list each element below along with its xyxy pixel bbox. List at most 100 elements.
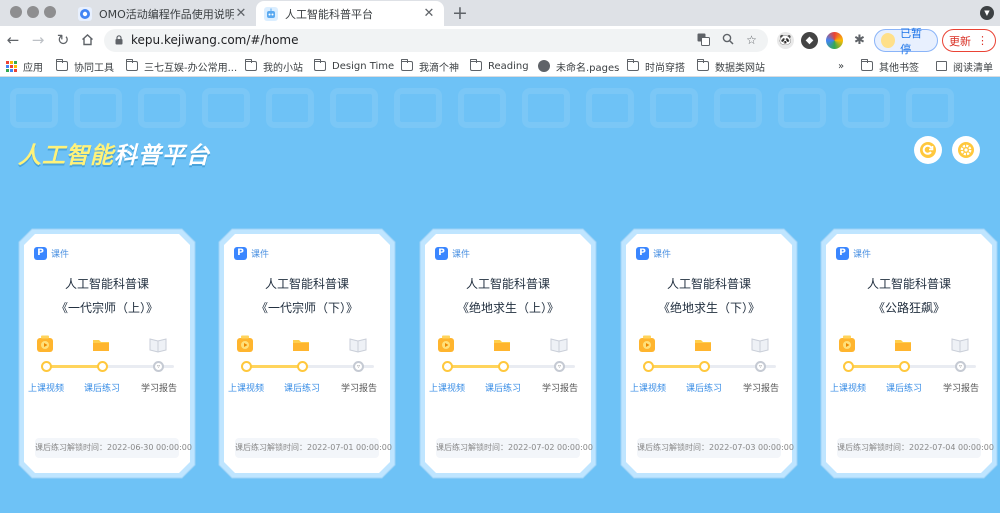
reading-list-button[interactable]: 阅读清单: [936, 59, 993, 74]
bookmark-label: 我的小站: [263, 62, 303, 74]
step-video-link[interactable]: 上课视频: [818, 381, 878, 394]
step-video-link[interactable]: 上课视频: [618, 381, 678, 394]
bookmark-star-icon[interactable]: ☆: [744, 33, 759, 48]
course-card[interactable]: P 课件 人工智能科普课 《一代宗师（下）》 ▿ 上课视频 课后练习 学习报告 …: [218, 228, 396, 479]
course-subtitle: 《公路狂飙》: [872, 301, 945, 315]
step-video-link[interactable]: 上课视频: [216, 381, 276, 394]
bookmark-label: 协同工具: [74, 62, 114, 74]
courseware-tag: P 课件: [435, 245, 470, 261]
other-bookmarks-folder[interactable]: 其他书签: [861, 59, 919, 74]
bookmark-folder[interactable]: Reading: [470, 59, 529, 73]
globe-icon: [538, 60, 550, 72]
step-practice-link[interactable]: 课后练习: [874, 381, 934, 394]
course-card[interactable]: P 课件 人工智能科普课 《一代宗师（上）》 ▿ 上课视频 课后练习 学习报告 …: [18, 228, 196, 479]
extensions-puzzle-icon[interactable]: ✱: [851, 32, 868, 49]
tab-ai-platform[interactable]: 人工智能科普平台 ✕: [256, 1, 444, 26]
tag-label: 课件: [853, 249, 872, 260]
update-button[interactable]: 更新 ⋮: [942, 29, 996, 52]
step-dot-practice: [699, 361, 710, 372]
back-icon[interactable]: ←: [4, 31, 22, 49]
bookmark-folder[interactable]: 三七互娱-办公常用...: [126, 59, 237, 74]
bookmark-label: 其他书签: [879, 62, 919, 74]
step-practice-link[interactable]: 课后练习: [473, 381, 533, 394]
course-title: 人工智能科普课: [465, 277, 550, 291]
progress-fill: [648, 365, 706, 368]
step-practice-link[interactable]: 课后练习: [72, 381, 132, 394]
folder-icon: [627, 59, 639, 71]
step-dot-video: [41, 361, 52, 372]
refresh-button[interactable]: [914, 136, 942, 164]
bookmark-label: Design Time: [332, 60, 395, 72]
folder-icon: [697, 59, 709, 71]
step-report-link[interactable]: 学习报告: [329, 381, 389, 394]
apps-grid-icon: [6, 60, 17, 72]
step-video-link[interactable]: 上课视频: [417, 381, 477, 394]
bookmark-folder[interactable]: 我滴个神: [401, 59, 459, 74]
bookmark-link[interactable]: 未命名.pages: [538, 59, 619, 74]
bookmark-folder[interactable]: Design Time: [314, 59, 394, 73]
course-subtitle: 《一代宗师（上）》: [55, 301, 158, 315]
step-video-link[interactable]: 上课视频: [16, 381, 76, 394]
courseware-p-icon: P: [234, 246, 247, 260]
folder-icon: [56, 59, 68, 71]
courseware-p-icon: P: [34, 246, 47, 260]
tab-title: OMO活动编程作品使用说明 · 语: [99, 7, 234, 21]
tag-label: 课件: [251, 249, 270, 260]
reload-icon[interactable]: ↻: [54, 31, 72, 49]
close-tab-icon[interactable]: ✕: [234, 6, 248, 21]
step-practice-link[interactable]: 课后练习: [272, 381, 332, 394]
step-dot-report: ▿: [353, 361, 364, 372]
step-report-link[interactable]: 学习报告: [129, 381, 189, 394]
tab-search-icon[interactable]: ▼: [980, 6, 994, 20]
paused-profile-button[interactable]: 已暂停: [874, 27, 938, 56]
courseware-tag: P 课件: [836, 245, 871, 261]
bookmarks-overflow-button[interactable]: »: [838, 59, 844, 73]
course-card[interactable]: P 课件 人工智能科普课 《绝地求生（上）》 ▿ 上课视频 课后练习 学习报告 …: [419, 228, 597, 479]
step-dot-video: [241, 361, 252, 372]
bookmark-apps[interactable]: 应用: [6, 59, 43, 74]
card-content: P 课件 人工智能科普课 《一代宗师（下）》 ▿ 上课视频 课后练习 学习报告 …: [225, 235, 392, 472]
bookmark-label: 阅读清单: [953, 62, 993, 74]
step-report-link[interactable]: 学习报告: [530, 381, 590, 394]
address-bar[interactable]: kepu.kejiwang.com/#/home ☆: [104, 29, 768, 52]
bookmark-folder[interactable]: 协同工具: [56, 59, 114, 74]
bookmark-folder[interactable]: 我的小站: [245, 59, 303, 74]
folder-icon: [126, 59, 138, 71]
unlock-time-note: 课后练习解锁时间：2022-07-03 00:00:00: [637, 438, 794, 458]
step-report-link[interactable]: 学习报告: [731, 381, 791, 394]
courseware-p-icon: P: [435, 246, 448, 260]
step-report-link[interactable]: 学习报告: [931, 381, 991, 394]
home-icon[interactable]: [78, 31, 96, 49]
bookmark-label: Reading: [488, 60, 529, 72]
color-extension-icon[interactable]: [826, 32, 843, 49]
panda-extension-icon[interactable]: 🐼: [777, 32, 794, 49]
forward-icon[interactable]: →: [29, 31, 47, 49]
tab-strip: OMO活动编程作品使用说明 · 语 ✕ 人工智能科普平台 ✕ + ▼: [0, 0, 1000, 26]
settings-button[interactable]: [952, 136, 980, 164]
step-dot-report: ▿: [955, 361, 966, 372]
tab-omo-guide[interactable]: OMO活动编程作品使用说明 · 语 ✕: [70, 1, 256, 26]
window-maximize-button[interactable]: [44, 6, 56, 18]
paused-label: 已暂停: [900, 26, 923, 56]
new-tab-icon[interactable]: +: [452, 2, 468, 24]
browser-toolbar: ← → ↻ kepu.kejiwang.com/#/home ☆ 🐼 ◆ ✱ 已…: [0, 26, 1000, 56]
step-practice-link[interactable]: 课后练习: [674, 381, 734, 394]
window-close-button[interactable]: [10, 6, 22, 18]
step-dot-video: [643, 361, 654, 372]
translate-icon[interactable]: [696, 33, 711, 48]
bookmark-folder[interactable]: 数据类网站: [697, 59, 765, 74]
course-card[interactable]: P 课件 人工智能科普课 《绝地求生（下）》 ▿ 上课视频 课后练习 学习报告 …: [620, 228, 798, 479]
bookmark-label: 我滴个神: [419, 62, 459, 74]
refresh-icon: [920, 142, 936, 158]
report-book-icon: [751, 338, 769, 353]
course-card[interactable]: P 课件 人工智能科普课 《公路狂飙》 ▿ 上课视频 课后练习 学习报告 课后练…: [820, 228, 998, 479]
shield-extension-icon[interactable]: ◆: [801, 32, 818, 49]
gear-icon: [958, 142, 974, 158]
card-content: P 课件 人工智能科普课 《公路狂飙》 ▿ 上课视频 课后练习 学习报告 课后练…: [827, 235, 994, 472]
bookmark-folder[interactable]: 时尚穿搭: [627, 59, 685, 74]
close-tab-icon[interactable]: ✕: [422, 6, 436, 21]
window-minimize-button[interactable]: [27, 6, 39, 18]
bookmark-label: 时尚穿搭: [645, 62, 685, 74]
brand-part-2: 科普平台: [114, 143, 210, 169]
zoom-icon[interactable]: [720, 33, 735, 48]
